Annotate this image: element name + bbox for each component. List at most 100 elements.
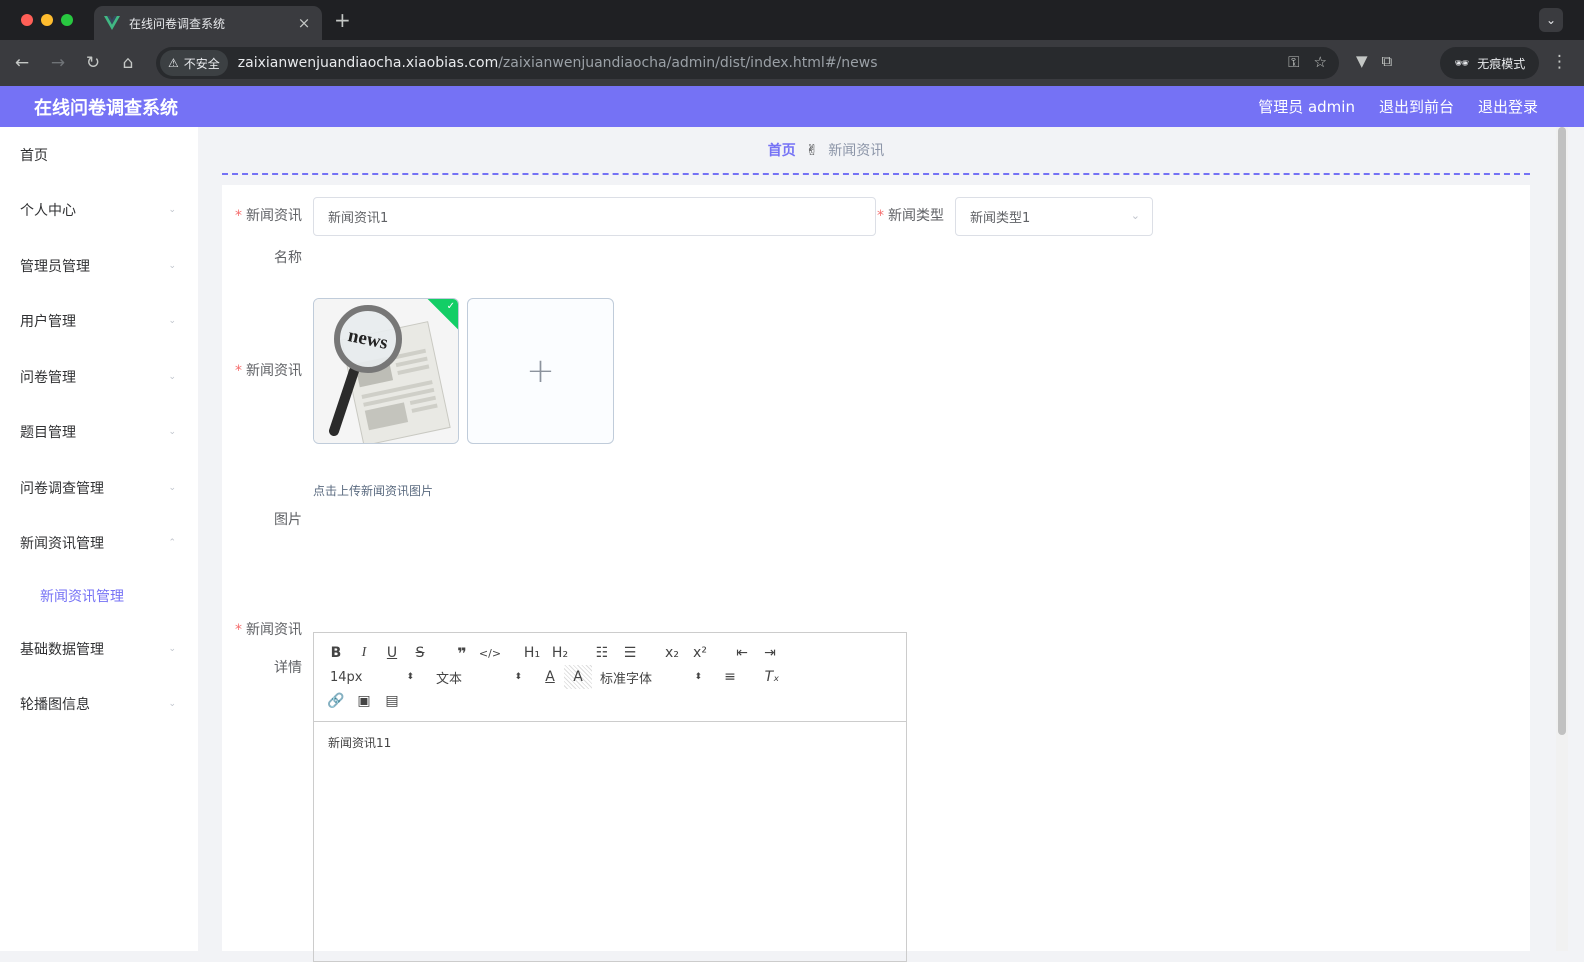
logout-link[interactable]: 退出登录 [1478,96,1538,117]
chevron-down-icon: ⌄ [168,699,176,710]
font-color-icon[interactable]: A [536,665,564,689]
heading-2-icon[interactable]: H₂ [546,641,574,665]
editor-content[interactable]: 新闻资讯11 [314,722,906,763]
subscript-icon[interactable]: x₂ [658,641,686,665]
blockquote-icon[interactable]: ❞ [448,641,476,665]
url-host: zaixianwenjuandiaocha.xiaobias.com [237,55,499,71]
sidebar-item-admins[interactable]: 管理员管理 ⌄ [0,238,198,294]
chevron-down-icon: ⌄ [168,427,176,438]
new-tab-icon[interactable]: + [334,8,351,32]
main-content: 首页 ✌ 新闻资讯 * 新闻资讯 名称 新闻资讯1 * 新闻类型 新闻类型1 ⌄ *… [222,127,1530,962]
maximize-window-button[interactable] [61,14,73,26]
clean-format-icon[interactable]: Tₓ [758,665,786,689]
security-chip[interactable]: ⚠ 不安全 [160,50,228,76]
page-scrollbar[interactable] [1556,127,1568,951]
scrollbar-thumb[interactable] [1558,127,1566,735]
required-mark: * [877,208,884,224]
underline-icon[interactable]: U [378,641,406,665]
check-icon: ✓ [446,301,455,312]
detail-label-line2: 详情 [274,660,302,676]
bold-icon[interactable]: B [322,641,350,665]
extensions-puzzle-icon[interactable]: ⧉ [1382,52,1393,70]
link-icon[interactable]: 🔗 [322,689,350,713]
warning-icon: ⚠ [168,56,179,70]
updown-icon: ⬍ [694,672,702,682]
browser-tab[interactable]: 在线问卷调查系统 × [94,6,322,40]
chevron-up-icon: ⌃ [168,538,176,549]
tab-search-chevron-icon[interactable]: ⌄ [1539,8,1563,32]
required-mark: * [235,208,242,224]
url-path: /zaixianwenjuandiaocha/admin/dist/index.… [498,55,878,71]
breadcrumb-home[interactable]: 首页 [768,140,796,160]
tab-title: 在线问卷调查系统 [129,16,226,31]
minimize-window-button[interactable] [41,14,53,26]
chevron-down-icon: ⌄ [168,643,176,654]
strike-icon[interactable]: S [406,641,434,665]
news-type-select[interactable]: 新闻类型1 ⌄ [955,197,1153,236]
chevron-down-icon: ⌄ [168,205,176,216]
sidebar-item-label: 首页 [20,147,48,164]
sidebar-item-questionnaires[interactable]: 问卷管理 ⌄ [0,349,198,405]
font-family-select[interactable]: 标准字体 ⬍ [592,665,702,689]
close-window-button[interactable] [21,14,33,26]
incognito-label: 无痕模式 [1477,56,1526,71]
sidebar-item-news[interactable]: 新闻资讯管理 ⌃ [0,516,198,572]
upload-add-button[interactable]: + [467,298,614,444]
incognito-badge[interactable]: 🕶 无痕模式 [1440,47,1540,79]
header-select[interactable]: 文本 ⬍ [428,665,522,689]
security-label: 不安全 [183,56,220,71]
video-icon[interactable]: ▤ [378,689,406,713]
chevron-down-icon: ⌄ [168,316,176,327]
url-text[interactable]: zaixianwenjuandiaocha.xiaobias.com/zaixi… [238,55,878,71]
sidebar-item-label: 管理员管理 [20,258,90,275]
bookmark-star-icon[interactable]: ☆ [1314,53,1327,71]
image-icon[interactable]: ▣ [350,689,378,713]
sidebar-item-questions[interactable]: 题目管理 ⌄ [0,405,198,461]
code-block-icon[interactable]: </> [476,641,504,665]
back-arrow-icon[interactable]: ← [11,52,33,74]
font-size-select[interactable]: 14px ⬍ [322,665,414,689]
sidebar-item-base-data[interactable]: 基础数据管理 ⌄ [0,621,198,677]
forward-arrow-icon[interactable]: → [47,52,69,74]
sidebar-subitem-news-manage[interactable]: 新闻资讯管理 [0,571,198,621]
detail-label: * 新闻资讯 [235,622,302,638]
sidebar-item-profile[interactable]: 个人中心 ⌄ [0,183,198,239]
ordered-list-icon[interactable]: ☷ [588,641,616,665]
heading-1-icon[interactable]: H₁ [518,641,546,665]
tab-close-icon[interactable]: × [296,14,312,32]
superscript-icon[interactable]: x² [686,641,714,665]
rich-text-editor: B I U S ❞ </> H₁ H₂ ☷ ☰ x₂ x² ⇤ ⇥ 14px ⬍… [313,632,907,962]
breadcrumb: 首页 ✌ 新闻资讯 [222,127,1530,175]
image-label-line2: 图片 [274,512,302,528]
to-front-link[interactable]: 退出到前台 [1379,96,1454,117]
sidebar-item-label: 个人中心 [20,203,76,220]
sidebar-item-label: 轮播图信息 [20,697,90,714]
chevron-down-icon: ⌄ [168,371,176,382]
news-form: * 新闻资讯 名称 新闻资讯1 * 新闻类型 新闻类型1 ⌄ * 新闻资讯 ne… [222,185,1530,962]
indent-icon[interactable]: ⇥ [756,641,784,665]
breadcrumb-current: 新闻资讯 [828,143,885,159]
news-name-input[interactable]: 新闻资讯1 [313,197,876,236]
victory-hand-icon: ✌ [805,141,819,159]
uploaded-image-thumb[interactable]: news ✓ [313,298,459,444]
browser-menu-icon[interactable]: ⋮ [1551,52,1568,72]
vue-devtools-icon[interactable]: ▼ [1356,52,1368,70]
sidebar-item-label: 新闻资讯管理 [20,536,104,553]
sidebar-item-label: 基础数据管理 [20,641,104,658]
plus-icon: + [526,351,555,391]
chevron-down-icon: ⌄ [168,260,176,271]
address-bar[interactable]: ⚠ 不安全 zaixianwenjuandiaocha.xiaobias.com… [156,47,1339,79]
align-icon[interactable]: ≡ [716,665,744,689]
sidebar-item-users[interactable]: 用户管理 ⌄ [0,294,198,350]
password-key-icon[interactable]: ⚿ [1288,53,1299,71]
sidebar-item-carousel[interactable]: 轮播图信息 ⌄ [0,677,198,733]
background-color-icon[interactable]: A [564,665,592,689]
sidebar-item-home[interactable]: 首页 [0,127,198,183]
sidebar-item-surveys[interactable]: 问卷调查管理 ⌄ [0,460,198,516]
italic-icon[interactable]: I [350,641,378,665]
outdent-icon[interactable]: ⇤ [728,641,756,665]
bullet-list-icon[interactable]: ☰ [616,641,644,665]
required-mark: * [235,363,242,379]
reload-icon[interactable]: ↻ [82,52,104,74]
home-icon[interactable]: ⌂ [117,52,139,74]
